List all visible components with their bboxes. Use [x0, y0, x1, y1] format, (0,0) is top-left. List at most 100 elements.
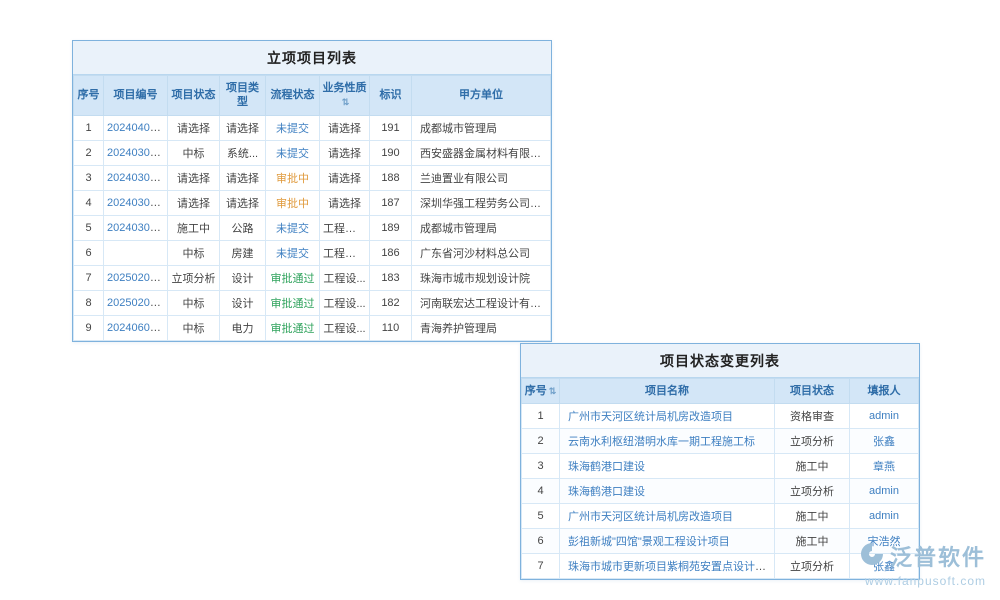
cell: 立项分析 — [775, 429, 850, 454]
cell: 请选择 — [220, 190, 266, 215]
cell: 云南水利枢纽潜明水库一期工程施工标 — [560, 429, 775, 454]
column-header-label: 项目状态 — [172, 89, 216, 101]
project-name-link[interactable]: 彭祖新城"四馆"景观工程设计项目 — [568, 536, 730, 548]
column-header[interactable]: 业务性质 ⇅ — [320, 76, 370, 116]
table-row: 6中标房建未提交工程施工186广东省河沙材料总公司 — [74, 240, 551, 265]
cell: 5 — [522, 504, 560, 529]
status-cell[interactable]: 未提交 — [266, 240, 320, 265]
cell: 2 — [522, 429, 560, 454]
status-cell[interactable]: 未提交 — [266, 115, 320, 140]
column-header: 项目编号 — [104, 76, 168, 116]
column-header-label: 流程状态 — [271, 89, 315, 101]
cell: 设计 — [220, 265, 266, 290]
cell: 2024030009 — [104, 165, 168, 190]
cell: 3 — [522, 454, 560, 479]
table-row: 12024040005请选择请选择未提交请选择191成都城市管理局 — [74, 115, 551, 140]
column-header[interactable]: 序号⇅ — [522, 379, 560, 404]
fanpu-watermark: 泛普软件 www.fanpusoft.com — [860, 540, 986, 588]
cell: 2024030011 — [104, 140, 168, 165]
column-header-label: 序号 — [525, 385, 547, 397]
cell: 珠海市城市更新项目紫桐苑安置点设计项目 — [560, 554, 775, 579]
cell: 9 — [74, 315, 104, 340]
cell: 4 — [522, 479, 560, 504]
cell: 3 — [74, 165, 104, 190]
status-cell[interactable]: 未提交 — [266, 140, 320, 165]
status-cell[interactable]: 审批通过 — [266, 290, 320, 315]
table-row: 82025020003中标设计审批通过工程设...182河南联宏达工程设计有限公… — [74, 290, 551, 315]
reporter-cell[interactable]: 张鑫 — [850, 429, 919, 454]
project-number-link[interactable]: 2024060001 — [107, 322, 168, 334]
reporter-cell[interactable]: 章燕 — [850, 454, 919, 479]
project-name-link[interactable]: 广州市天河区统计局机房改造项目 — [568, 511, 733, 523]
table-row: 1广州市天河区统计局机房改造项目资格审查admin — [522, 404, 919, 429]
status-change-title: 项目状态变更列表 — [521, 344, 919, 378]
cell: 请选择 — [168, 165, 220, 190]
status-cell[interactable]: 审批中 — [266, 165, 320, 190]
cell: 5 — [74, 215, 104, 240]
header-row: 序号⇅项目名称项目状态填报人 — [522, 379, 919, 404]
column-header-label: 业务性质 — [323, 82, 367, 94]
status-cell[interactable]: 审批通过 — [266, 265, 320, 290]
cell: 4 — [74, 190, 104, 215]
cell: 2 — [74, 140, 104, 165]
project-name-link[interactable]: 云南水利枢纽潜明水库一期工程施工标 — [568, 436, 755, 448]
reporter-cell[interactable]: admin — [850, 404, 919, 429]
project-number-link[interactable]: 2024030009 — [107, 172, 168, 184]
cell: 珠海鹤港口建设 — [560, 479, 775, 504]
cell: 施工中 — [775, 454, 850, 479]
sort-icon[interactable]: ⇅ — [549, 386, 557, 396]
sort-icon[interactable]: ⇅ — [342, 97, 350, 107]
cell: 请选择 — [320, 140, 370, 165]
project-number-link[interactable]: 2025020003 — [107, 297, 168, 309]
cell: 182 — [370, 290, 412, 315]
status-cell[interactable]: 未提交 — [266, 215, 320, 240]
project-number-link[interactable]: 2025020004 — [107, 272, 168, 284]
cell: 请选择 — [320, 115, 370, 140]
column-header: 甲方单位 — [412, 76, 551, 116]
cell: 珠海市城市规划设计院 — [412, 265, 551, 290]
project-number-link[interactable]: 2024030008 — [107, 197, 168, 209]
project-number-link[interactable]: 2024030011 — [107, 147, 167, 159]
project-number-link[interactable]: 2024030010 — [107, 222, 168, 234]
table-row: 4 珠海鹤港口建设 立项分析admin — [522, 479, 919, 504]
cell: 成都城市管理局 — [412, 115, 551, 140]
status-cell[interactable]: 审批通过 — [266, 315, 320, 340]
project-list-panel: 立项项目列表 序号项目编号项目状态项目类型流程状态业务性质⇅标识甲方单位 120… — [72, 40, 552, 342]
cell: 183 — [370, 265, 412, 290]
cell: 7 — [522, 554, 560, 579]
cell: 8 — [74, 290, 104, 315]
column-header: 序号 — [74, 76, 104, 116]
cell: 1 — [74, 115, 104, 140]
column-header: 项目状态 — [168, 76, 220, 116]
project-name-link[interactable]: 珠海鹤港口建设 — [568, 486, 645, 498]
table-row: 72025020004立项分析设计审批通过工程设...183珠海市城市规划设计院 — [74, 265, 551, 290]
fanpu-logo-icon — [860, 542, 884, 571]
table-row: 3 珠海鹤港口建设 施工中章燕 — [522, 454, 919, 479]
cell: 110 — [370, 315, 412, 340]
status-cell[interactable]: 审批中 — [266, 190, 320, 215]
project-name-link[interactable]: 珠海市城市更新项目紫桐苑安置点设计项目 — [568, 561, 775, 573]
table-row: 2 云南水利枢纽潜明水库一期工程施工标 立项分析张鑫 — [522, 429, 919, 454]
project-name-link[interactable]: 广州市天河区统计局机房改造项目 — [568, 411, 733, 423]
cell: 请选择 — [220, 165, 266, 190]
cell: 工程施工 — [320, 240, 370, 265]
cell: 1 — [522, 404, 560, 429]
cell: 立项分析 — [775, 479, 850, 504]
cell: 2025020004 — [104, 265, 168, 290]
column-header: 填报人 — [850, 379, 919, 404]
project-number-link[interactable]: 2024040005 — [107, 122, 168, 134]
reporter-cell[interactable]: admin — [850, 504, 919, 529]
cell: 施工中 — [168, 215, 220, 240]
page-canvas: 立项项目列表 序号项目编号项目状态项目类型流程状态业务性质⇅标识甲方单位 120… — [0, 0, 1000, 600]
cell: 广州市天河区统计局机房改造项目 — [560, 504, 775, 529]
column-header: 流程状态 — [266, 76, 320, 116]
cell: 成都城市管理局 — [412, 215, 551, 240]
column-header-label: 序号 — [78, 89, 100, 101]
cell: 立项分析 — [775, 554, 850, 579]
cell: 中标 — [168, 140, 220, 165]
cell: 中标 — [168, 240, 220, 265]
cell: 房建 — [220, 240, 266, 265]
column-header-label: 项目名称 — [645, 385, 689, 397]
project-name-link[interactable]: 珠海鹤港口建设 — [568, 461, 645, 473]
reporter-cell[interactable]: admin — [850, 479, 919, 504]
